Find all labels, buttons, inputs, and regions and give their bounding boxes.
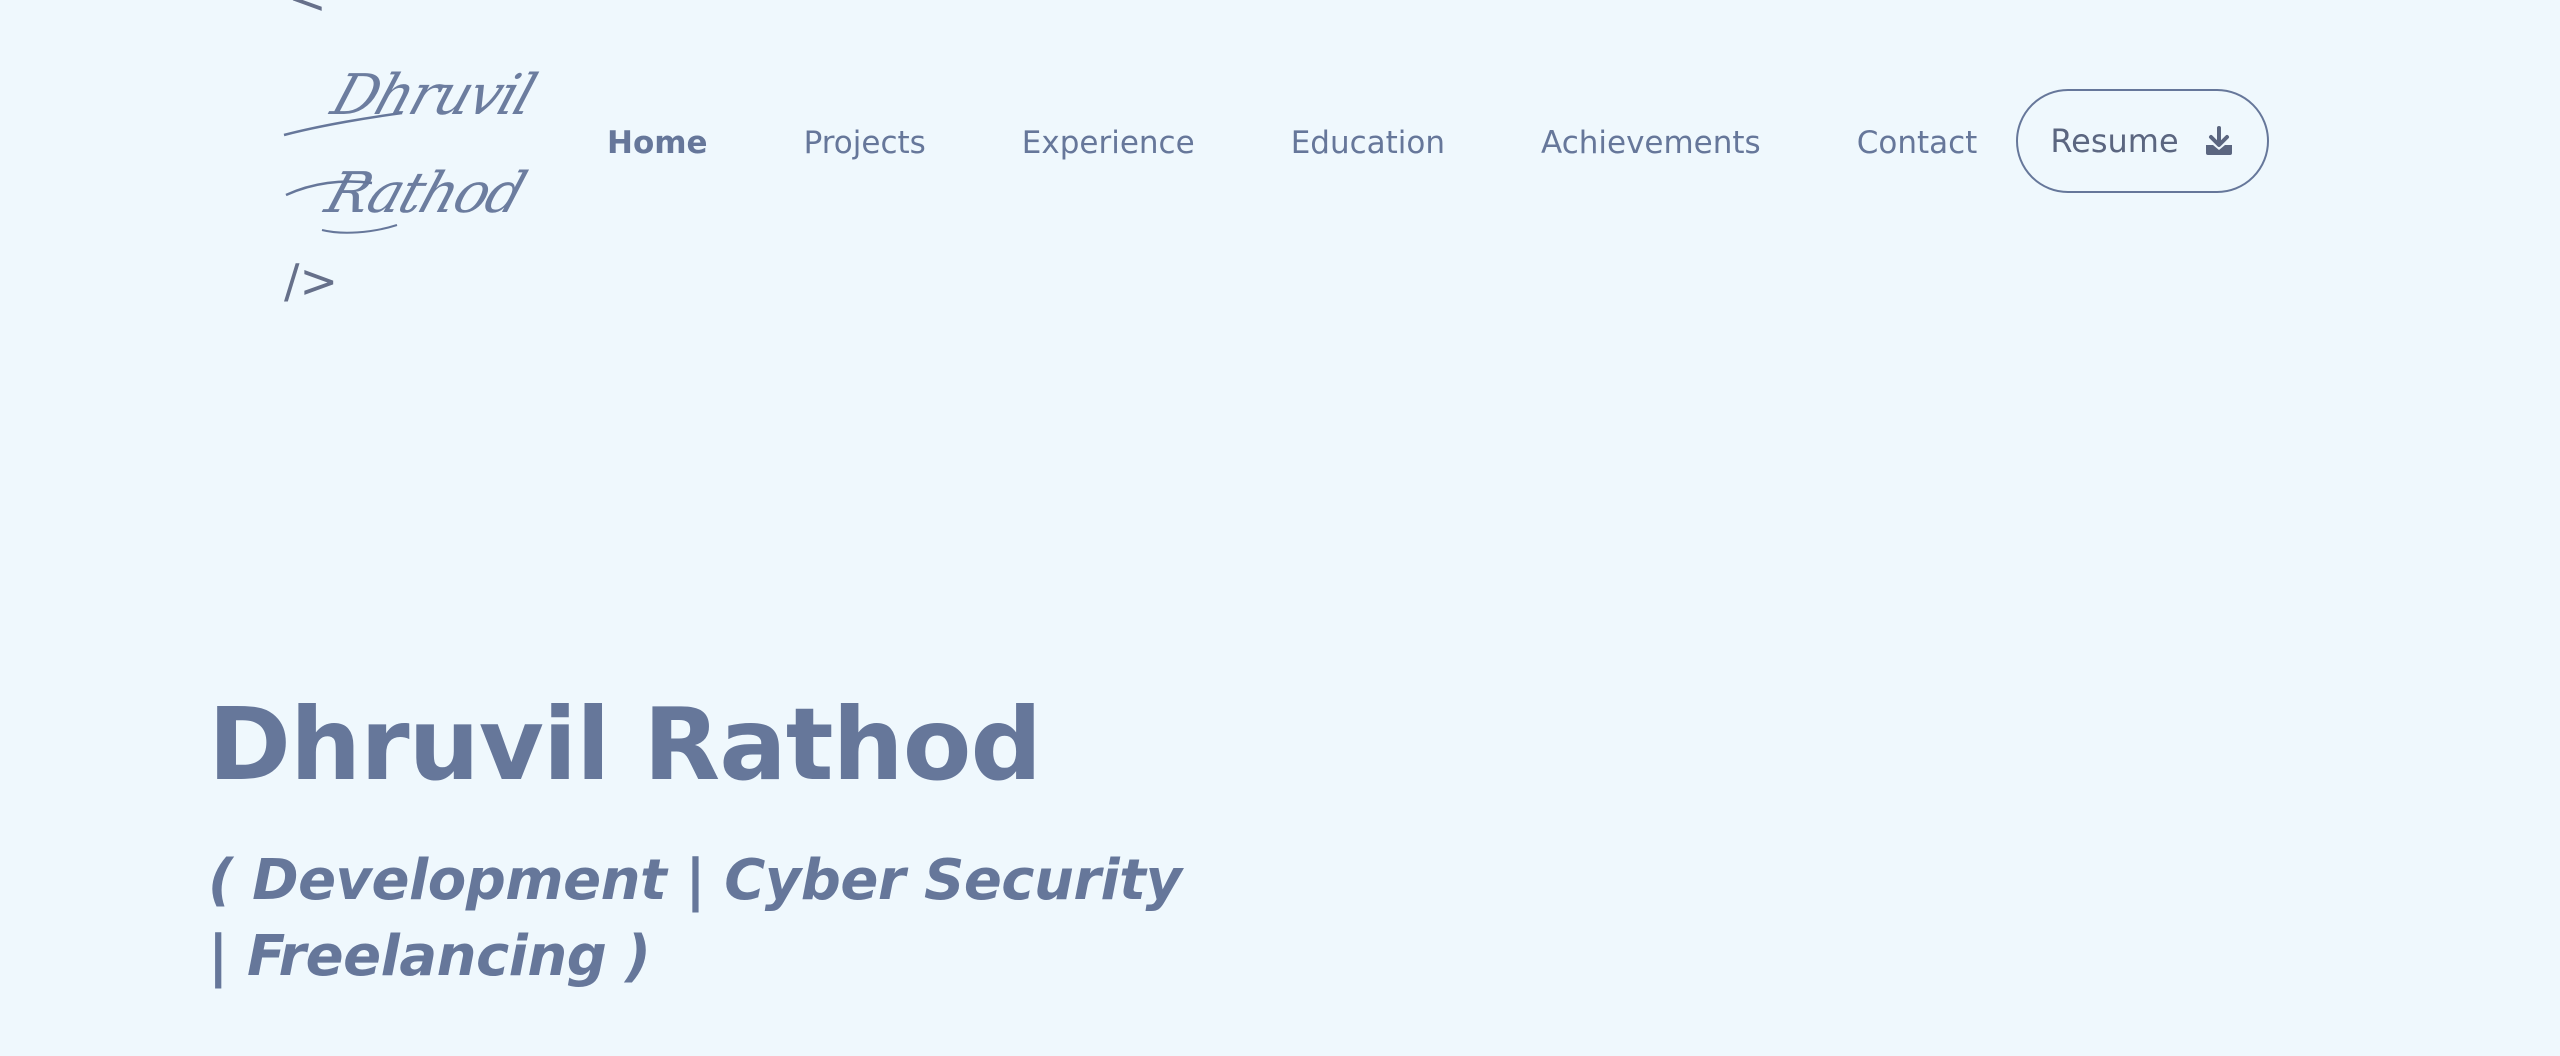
logo-bracket-open: < — [288, 0, 327, 20]
hero-tagline: ( Development | Cyber Security | Freelan… — [208, 848, 1182, 989]
nav-item-experience[interactable]: Experience — [1022, 125, 1195, 161]
logo-bracket-close: /> — [284, 254, 339, 308]
nav-item-home[interactable]: Home — [607, 125, 708, 161]
logo[interactable]: < Dhruvil Rathod /> — [282, 0, 542, 330]
download-icon — [2205, 126, 2232, 155]
resume-button-label: Resume — [2050, 122, 2179, 160]
signature-first-name: Dhruvil — [324, 63, 543, 128]
nav-item-contact[interactable]: Contact — [1857, 125, 1978, 161]
logo-signature: Dhruvil Rathod — [282, 55, 542, 255]
nav-item-education[interactable]: Education — [1291, 125, 1445, 161]
hero-name: Dhruvil Rathod — [208, 686, 1042, 803]
resume-button[interactable]: Resume — [2016, 89, 2269, 193]
signature-last-name: Rathod — [318, 161, 533, 226]
main-nav: Home Projects Experience Education Achie… — [607, 118, 1977, 168]
nav-item-achievements[interactable]: Achievements — [1541, 125, 1761, 161]
nav-item-projects[interactable]: Projects — [804, 125, 926, 161]
